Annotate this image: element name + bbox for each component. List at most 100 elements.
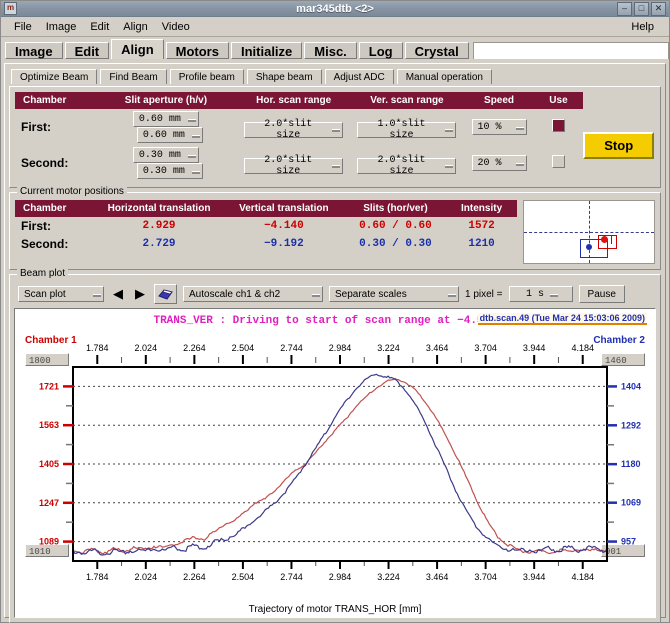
tab-misc[interactable]: Misc.	[304, 42, 357, 59]
menu-image[interactable]: Image	[39, 19, 84, 35]
optimize-beam-table: Chamber Slit aperture (h/v) Hor. scan ra…	[15, 92, 655, 181]
second-use-checkbox[interactable]	[552, 155, 565, 168]
second-ver-range-select[interactable]: 2.0*slit size	[357, 158, 456, 174]
pixel-label: 1 pixel =	[465, 289, 503, 300]
optimize-row-first: First: 0.60 mm 0.60 mm 2.0*slit size 1.0…	[15, 109, 655, 145]
first-use-checkbox[interactable]	[552, 119, 565, 132]
second-hor-range-cell: 2.0*slit size	[237, 145, 350, 181]
next-scan-button[interactable]: ▶	[132, 286, 148, 302]
second-speed-select[interactable]: 20 %	[472, 155, 527, 171]
svg-text:2.024: 2.024	[135, 572, 158, 582]
svg-text:2.504: 2.504	[232, 572, 255, 582]
mp-row-label-first: First:	[15, 217, 95, 235]
chevron-down-icon	[331, 161, 340, 170]
svg-text:3.464: 3.464	[426, 343, 449, 353]
menu-help[interactable]: Help	[624, 19, 661, 35]
svg-text:1180: 1180	[621, 459, 641, 469]
svg-text:3.464: 3.464	[426, 572, 449, 582]
second-slit-v-value: 0.30 mm	[143, 166, 185, 177]
svg-text:2.264: 2.264	[183, 343, 206, 353]
beam-plot-legend: Beam plot	[17, 268, 68, 279]
svg-text:2.024: 2.024	[135, 343, 158, 353]
tab-crystal[interactable]: Crystal	[405, 42, 469, 59]
chevron-down-icon	[92, 290, 101, 299]
first-slit-h-select[interactable]: 0.60 mm	[133, 111, 199, 127]
svg-text:4.184: 4.184	[571, 343, 594, 353]
first-hor-range-select[interactable]: 2.0*slit size	[244, 122, 343, 138]
scan-file-label[interactable]: dtb.scan.49 (Tue Mar 24 15:03:06 2009)	[478, 313, 647, 325]
subtab-shape-beam[interactable]: Shape beam	[247, 69, 322, 84]
first-ver-range-select[interactable]: 1.0*slit size	[357, 122, 456, 138]
mp-second-horizontal: 2.729	[95, 235, 224, 253]
menu-file[interactable]: File	[7, 19, 39, 35]
mp-first-horizontal: 2.929	[95, 217, 224, 235]
first-hor-range-cell: 2.0*slit size	[237, 109, 350, 145]
second-ver-range-value: 2.0*slit size	[363, 155, 439, 177]
optimize-beam-header-row: Chamber Slit aperture (h/v) Hor. scan ra…	[15, 92, 655, 109]
pause-button[interactable]: Pause	[579, 285, 625, 303]
tab-edit[interactable]: Edit	[65, 42, 110, 59]
map-chamber1-tick	[611, 236, 617, 244]
scan-plot-panel[interactable]: TRANS_VER : Driving to start of scan ran…	[14, 308, 656, 618]
svg-text:1.784: 1.784	[86, 572, 109, 582]
motor-positions-header-row: Chamber Horizontal translation Vertical …	[15, 200, 517, 217]
svg-text:3.224: 3.224	[377, 572, 400, 582]
header-hor-scan-range: Hor. scan range	[237, 92, 350, 109]
autoscale-value: Autoscale ch1 & ch2	[189, 289, 280, 300]
svg-text:3.704: 3.704	[474, 343, 497, 353]
close-button[interactable]: ✕	[651, 2, 666, 16]
mp-header-slits: Slits (hor/ver)	[344, 200, 446, 217]
motor-positions-table: Chamber Horizontal translation Vertical …	[15, 200, 517, 253]
mp-first-intensity: 1572	[447, 217, 517, 235]
chevron-down-icon	[191, 131, 200, 140]
first-speed-select[interactable]: 10 %	[472, 119, 527, 135]
subtab-profile-beam[interactable]: Profile beam	[170, 69, 244, 84]
tab-motors[interactable]: Motors	[166, 42, 229, 59]
subtab-find-beam[interactable]: Find Beam	[100, 69, 166, 84]
mp-header-intensity: Intensity	[447, 200, 517, 217]
tab-log[interactable]: Log	[359, 42, 403, 59]
stop-button-cell: Stop	[582, 109, 655, 181]
chevron-down-icon	[549, 290, 558, 299]
header-ver-scan-range: Ver. scan range	[350, 92, 463, 109]
menu-video[interactable]: Video	[155, 19, 197, 35]
maximize-button[interactable]: □	[634, 2, 649, 16]
tab-image[interactable]: Image	[5, 42, 63, 59]
previous-scan-button[interactable]: ◀	[110, 286, 126, 302]
tab-align[interactable]: Align	[111, 39, 164, 59]
print-icon[interactable]	[154, 284, 177, 304]
minimize-button[interactable]: –	[617, 2, 632, 16]
mp-header-chamber: Chamber	[15, 200, 95, 217]
scales-select[interactable]: Separate scales	[329, 286, 459, 302]
window-controls: – □ ✕	[617, 2, 669, 16]
second-hor-range-select[interactable]: 2.0*slit size	[244, 158, 343, 174]
first-slit-v-select[interactable]: 0.60 mm	[137, 127, 203, 143]
svg-text:1404: 1404	[621, 381, 641, 391]
scan-plot-select[interactable]: Scan plot	[18, 286, 104, 302]
beam-plot-group: Beam plot Scan plot ◀ ▶ Autoscale ch1 & …	[9, 274, 661, 623]
second-slit-h-value: 0.30 mm	[139, 150, 181, 161]
first-slit-h-value: 0.60 mm	[139, 114, 181, 125]
chevron-down-icon	[445, 125, 454, 134]
first-speed-value: 10 %	[478, 122, 502, 133]
header-spacer	[582, 92, 655, 109]
application-window: m mar345dtb <2> – □ ✕ File Image Edit Al…	[0, 0, 670, 623]
subtab-optimize-beam[interactable]: Optimize Beam	[11, 69, 97, 84]
first-slit-v-value: 0.60 mm	[143, 130, 185, 141]
autoscale-select[interactable]: Autoscale ch1 & ch2	[183, 286, 323, 302]
header-use: Use	[535, 92, 583, 109]
second-slit-h-select[interactable]: 0.30 mm	[133, 147, 199, 163]
pixel-time-select[interactable]: 1 s	[509, 286, 573, 302]
svg-text:1563: 1563	[39, 420, 59, 430]
subtab-manual-operation[interactable]: Manual operation	[397, 69, 492, 84]
chevron-down-icon	[515, 159, 524, 168]
second-slit-v-select[interactable]: 0.30 mm	[137, 163, 203, 179]
chevron-down-icon	[445, 161, 454, 170]
stop-button[interactable]: Stop	[583, 132, 654, 159]
tab-initialize[interactable]: Initialize	[231, 42, 302, 59]
subtab-adjust-adc[interactable]: Adjust ADC	[325, 69, 394, 84]
menu-align[interactable]: Align	[116, 19, 154, 35]
svg-text:2.984: 2.984	[329, 343, 352, 353]
menu-edit[interactable]: Edit	[83, 19, 116, 35]
optimize-row-second: Second: 0.30 mm 0.30 mm 2.0*slit size 2.…	[15, 145, 655, 181]
